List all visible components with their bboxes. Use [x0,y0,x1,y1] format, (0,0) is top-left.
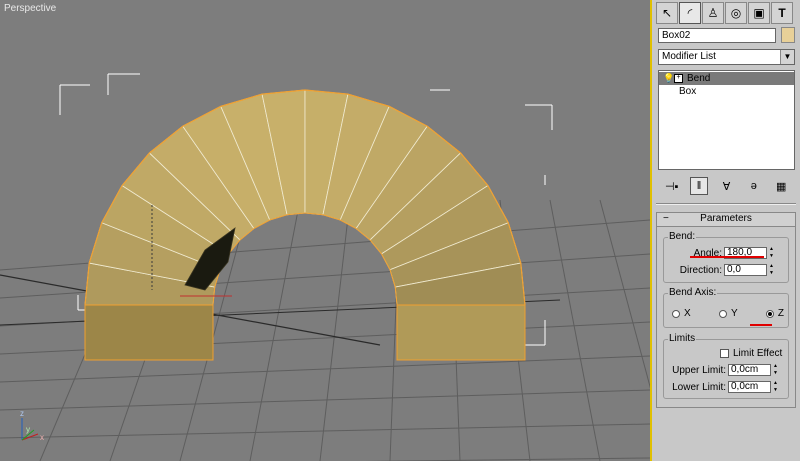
object-name-field[interactable]: Box02 [658,28,776,43]
grid-line [0,423,650,439]
arch-end-face-left [84,304,214,361]
viewport-scene[interactable]: zy x [0,0,650,461]
direction-spinner-field[interactable]: 0,0 [724,264,767,276]
limit-effect-checkbox[interactable] [720,349,729,358]
axis-x-radio[interactable]: X [672,308,691,319]
limit-effect-row: Limit Effect [720,348,782,359]
arch-end-face-right [396,304,526,361]
modifier-list-label: Modifier List [662,51,716,62]
bend-axis-radios: X Y Z [672,308,784,319]
axis-y-radio[interactable]: Y [718,308,738,319]
chevron-down-icon: ▼ [780,50,794,64]
direction-row: Direction: 0,0 ▲ ▼ [666,264,776,276]
limit-effect-label: Limit Effect [733,348,783,359]
modifier-list-dropdown[interactable]: Modifier List ▼ [658,49,795,65]
angle-spinner-arrows[interactable]: ▲ ▼ [769,247,776,259]
command-panel: ↖ ◜ ♙ ◎ ▣ T Box02 Modifier List ▼ 💡 + Bend… [652,0,800,461]
parameters-title: Parameters [700,213,752,224]
axis-z-highlight-underline [750,324,772,326]
limits-group-title: Limits [668,333,697,344]
axis-z-label: Z [777,308,784,319]
bend-group-title: Bend: [668,231,697,242]
configure-modifier-sets-icon[interactable]: ▦ [772,177,790,195]
tripod-x-label: x [40,433,44,442]
lightbulb-icon[interactable]: 💡 [663,72,674,85]
remove-modifier-icon[interactable]: ə [745,177,763,195]
limits-group: Limits Limit Effect Upper Limit: 0,0cm ▲… [663,333,789,399]
upper-limit-label: Upper Limit: [672,364,726,376]
axis-x-label: X [684,308,691,319]
bend-group: Bend: Angle: 180,0 ▲ ▼ Direction: 0,0 ▲ ▼ [663,231,789,283]
stack-item-bend-label: Bend [687,73,711,84]
lower-limit-spinner-arrows[interactable]: ▲ ▼ [773,381,780,393]
motion-tab[interactable]: ◎ [725,2,747,24]
viewport-label[interactable]: Perspective [4,3,56,14]
modifier-stack[interactable]: 💡 + Bend Box [658,70,795,170]
parameters-rollout-header[interactable]: − Parameters [657,213,795,227]
tripod-y-label: y [26,425,30,434]
hierarchy-tab-icon: ♙ [707,6,719,20]
create-tab[interactable]: ↖ [656,2,678,24]
utilities-tab[interactable]: T [771,2,793,24]
hierarchy-tab[interactable]: ♙ [702,2,724,24]
stack-item-bend[interactable]: 💡 + Bend [659,72,794,85]
expand-plus-icon[interactable]: + [674,73,683,83]
motion-tab-icon: ◎ [730,6,742,20]
panel-divider [656,203,796,205]
radio-dot-selected-icon [765,309,774,318]
pin-stack-icon[interactable]: ⊣▪ [663,177,681,195]
upper-limit-spinner-field[interactable]: 0,0cm [728,364,771,376]
make-unique-icon[interactable]: ∀ [717,177,735,195]
radio-dot-icon [718,309,727,318]
collapse-minus-icon: − [663,213,669,224]
show-end-result-icon[interactable]: ‖ [690,177,709,195]
angle-highlight-underline [690,256,764,258]
lower-limit-label: Lower Limit: [672,381,726,393]
command-panel-tabs: ↖ ◜ ♙ ◎ ▣ T [656,2,793,24]
grid-line [0,389,650,411]
utilities-tab-icon: T [778,6,786,20]
axis-z-radio[interactable]: Z [765,308,784,319]
tripod-z-label: z [20,409,24,418]
direction-label: Direction: [679,264,722,276]
radio-dot-icon [672,309,680,318]
bend-axis-group-title: Bend Axis: [668,287,718,298]
upper-limit-spinner-arrows[interactable]: ▲ ▼ [773,364,780,376]
create-tab-icon: ↖ [661,6,673,20]
stack-item-box-label: Box [679,86,697,97]
stack-tools: ⊣▪ ‖ ∀ ə ▦ [658,176,795,196]
upper-limit-row: Upper Limit: 0,0cm ▲ ▼ [666,364,780,376]
parameters-rollout: − Parameters Bend: Angle: 180,0 ▲ ▼ Direc… [656,212,796,408]
stack-item-box[interactable]: Box [659,85,794,98]
direction-spinner-arrows[interactable]: ▲ ▼ [769,264,776,276]
lower-limit-row: Lower Limit: 0,0cm ▲ ▼ [666,381,780,393]
grid-line [549,199,601,461]
lower-limit-spinner-field[interactable]: 0,0cm [728,381,771,393]
display-tab[interactable]: ▣ [748,2,770,24]
object-color-swatch[interactable] [781,27,795,43]
grid-line [319,199,351,461]
perspective-viewport[interactable]: zy x Perspective [0,0,652,461]
bend-axis-group: Bend Axis: X Y Z [663,287,789,328]
display-tab-icon: ▣ [753,6,765,20]
grid-line [249,199,301,461]
axis-y-label: Y [730,308,738,319]
grid-line [599,199,650,389]
modify-tab[interactable]: ◜ [679,2,701,24]
modify-tab-icon: ◜ [687,6,693,20]
